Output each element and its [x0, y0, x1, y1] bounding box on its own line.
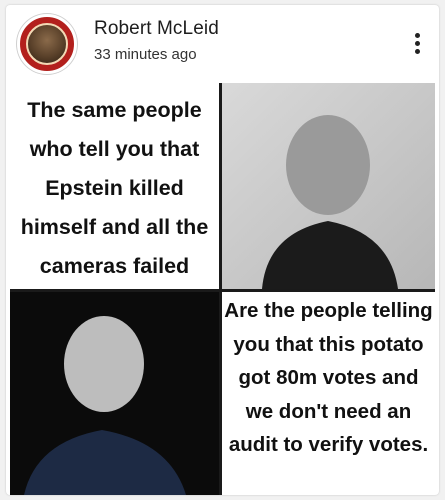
post-header: Robert McLeid 33 minutes ago — [6, 5, 439, 85]
avatar[interactable] — [17, 14, 77, 74]
post-timestamp: 33 minutes ago — [94, 46, 197, 63]
meme-caption-bottom: Are the people telling you that this pot… — [224, 299, 433, 456]
meme-panel-top-right — [222, 83, 435, 289]
author-name[interactable]: Robert McLeid — [94, 18, 219, 40]
meme-caption-top: The same people who tell you that Epstei… — [20, 98, 209, 278]
post-card: Robert McLeid 33 minutes ago The same pe… — [6, 5, 439, 495]
avatar-image — [26, 23, 68, 65]
more-vert-icon[interactable] — [412, 33, 422, 57]
meme-panel-bottom-right: Are the people telling you that this pot… — [222, 292, 435, 495]
photo-placeholder — [10, 292, 219, 495]
meme-panel-top-left: The same people who tell you that Epstei… — [10, 83, 219, 289]
meme-panel-bottom-left — [10, 292, 219, 495]
photo-placeholder — [222, 83, 435, 289]
meme-image[interactable]: The same people who tell you that Epstei… — [10, 83, 435, 495]
